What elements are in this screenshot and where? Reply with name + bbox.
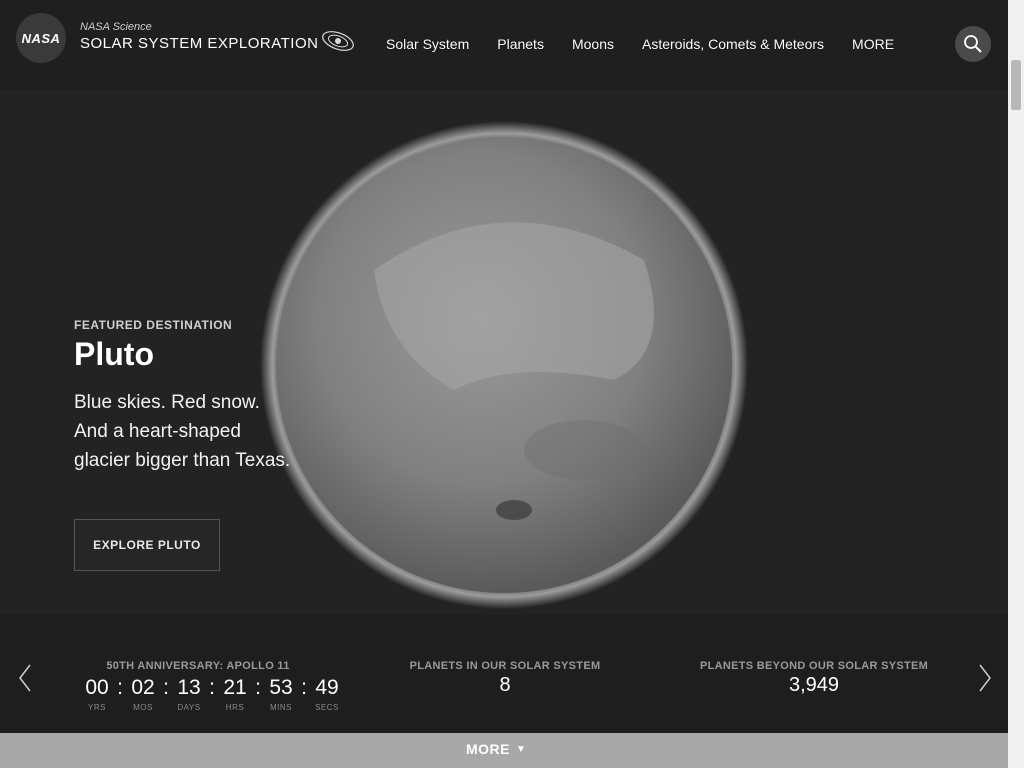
planets-label: PLANETS IN OUR SOLAR SYSTEM <box>409 660 601 672</box>
planets-value: 8 <box>499 674 511 696</box>
brand-title: SOLAR SYSTEM EXPLORATION <box>80 35 319 52</box>
more-label: MORE <box>466 741 510 757</box>
search-button[interactable] <box>955 26 991 62</box>
countdown-hours: 21 <box>223 676 247 699</box>
countdown-separator: : <box>163 676 169 699</box>
explore-pluto-button[interactable]: EXPLORE PLUTO <box>74 519 220 571</box>
countdown-hours-label: HRS <box>225 703 245 712</box>
nav-planets[interactable]: Planets <box>497 36 544 52</box>
site-header: NASA NASA Science SOLAR SYSTEM EXPLORATI… <box>0 0 1008 90</box>
exoplanets-label: PLANETS BEYOND OUR SOLAR SYSTEM <box>700 660 929 672</box>
chevron-left-icon <box>19 664 31 692</box>
brand-subtitle: NASA Science <box>80 21 152 33</box>
chevron-right-icon <box>979 664 991 692</box>
countdown-mins-label: MINS <box>270 703 292 712</box>
pluto-image <box>260 121 748 609</box>
chevron-down-icon: ▼ <box>516 743 527 755</box>
carousel-next-button[interactable] <box>976 660 994 696</box>
search-icon <box>964 35 982 53</box>
page-scrollbar[interactable] <box>1008 0 1024 768</box>
nasa-logo[interactable]: NASA <box>16 13 66 63</box>
countdown-separator: : <box>117 676 123 699</box>
exoplanets-value: 3,949 <box>788 674 840 696</box>
countdown-days-label: DAYS <box>177 703 201 712</box>
hero-title: Pluto <box>74 336 154 372</box>
more-button[interactable]: MORE ▼ <box>466 741 526 757</box>
scrollbar-thumb[interactable] <box>1011 60 1021 110</box>
countdown-days: 13 <box>177 676 201 699</box>
countdown-separator: : <box>255 676 261 699</box>
countdown-separator: : <box>301 676 307 699</box>
main-nav: Solar System Planets Moons Asteroids, Co… <box>386 36 922 52</box>
nav-moons[interactable]: Moons <box>572 36 614 52</box>
countdown-secs-label: SECS <box>315 703 339 712</box>
countdown-years-label: YRS <box>88 703 106 712</box>
countdown-months: 02 <box>131 676 155 699</box>
countdown-years: 00 <box>85 676 109 699</box>
site-brand[interactable]: NASA Science SOLAR SYSTEM EXPLORATION <box>80 20 318 54</box>
nav-solar-system[interactable]: Solar System <box>386 36 469 52</box>
countdown-label: 50TH ANNIVERSARY: APOLLO 11 <box>106 660 290 672</box>
countdown-months-label: MOS <box>133 703 153 712</box>
countdown-stat: 50TH ANNIVERSARY: APOLLO 11 <box>98 660 298 672</box>
featured-label: FEATURED DESTINATION <box>74 318 233 332</box>
nav-more[interactable]: MORE <box>852 36 894 52</box>
countdown-mins: 53 <box>269 676 293 699</box>
orbit-icon <box>322 31 354 51</box>
planets-stat[interactable]: PLANETS IN OUR SOLAR SYSTEM 8 <box>405 660 605 697</box>
exoplanets-stat[interactable]: PLANETS BEYOND OUR SOLAR SYSTEM 3,949 <box>700 660 928 697</box>
hero-description: Blue skies. Red snow. And a heart-shaped… <box>74 392 291 471</box>
countdown-secs: 49 <box>315 676 339 699</box>
carousel-prev-button[interactable] <box>16 660 34 696</box>
countdown-timer: 00 YRS : 02 MOS : 13 DAYS : 21 HRS : 53 MINS … <box>78 676 346 712</box>
countdown-separator: : <box>209 676 215 699</box>
nav-asteroids-comets-meteors[interactable]: Asteroids, Comets & Meteors <box>642 36 824 52</box>
